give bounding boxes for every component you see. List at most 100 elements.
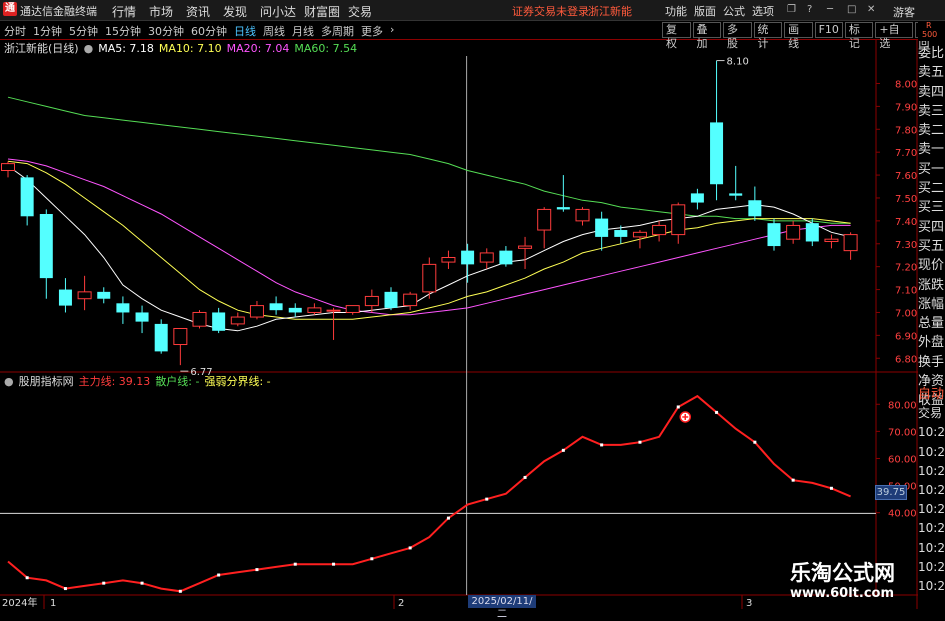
side-item[interactable]: 买四 — [918, 218, 945, 237]
date-month-3: 3 — [746, 598, 752, 609]
watermark-title: 乐淘公式网 — [790, 561, 895, 585]
side-item[interactable]: 涨跌 — [918, 276, 945, 295]
candle-body — [116, 303, 130, 313]
side-item[interactable]: 买五 — [918, 237, 945, 256]
axes: 8.00 7.90 7.80 7.70 7.60 7.50 7.40 7.30 7.20 7.10… — [2, 79, 917, 609]
candle — [690, 188, 704, 210]
side-time: 10:20 — [918, 482, 945, 497]
side-item[interactable]: 买一 — [918, 160, 945, 179]
main-line-point — [600, 443, 604, 447]
main-line-point — [255, 568, 259, 572]
candle-body — [729, 193, 743, 196]
main-line-point — [715, 410, 719, 414]
indicator-dot-icon[interactable]: ● — [4, 375, 14, 388]
side-time: 10:20 — [918, 463, 945, 478]
candle — [384, 287, 398, 311]
candle-body — [441, 257, 456, 263]
watermark-url: www.60lt.com — [790, 586, 895, 601]
kline-chart[interactable]: 8.106.77 8.007.907.807.707.607.507.407.3… — [0, 0, 945, 609]
main-line-point — [178, 589, 182, 593]
side-item[interactable]: 卖一 — [918, 140, 945, 159]
candle-body — [461, 250, 475, 265]
candle — [843, 232, 858, 260]
candle-body — [690, 193, 704, 203]
price-tick-label: 6.80 — [895, 354, 917, 365]
candle-body — [97, 291, 111, 299]
candle — [805, 218, 819, 247]
side-item[interactable]: 买二 — [918, 179, 945, 198]
main-line-point — [829, 486, 833, 490]
candle-body — [843, 234, 858, 252]
candle-body — [58, 289, 72, 306]
cursor-value-tag: 39.75 — [875, 485, 907, 500]
candle-body — [556, 207, 570, 210]
candle — [135, 305, 149, 334]
price-tick-label: 7.20 — [895, 263, 917, 274]
price-tick-label: 7.90 — [895, 102, 917, 113]
candle — [77, 275, 92, 311]
candle — [537, 207, 552, 249]
main-line-point — [446, 516, 450, 520]
candle-body — [364, 295, 379, 307]
side-item[interactable]: 买三 — [918, 198, 945, 217]
candle — [748, 186, 762, 221]
side-item[interactable]: 委比 — [918, 44, 945, 63]
main-line-point — [408, 546, 412, 550]
main-line-point — [332, 562, 336, 566]
date-month-2: 2 — [398, 598, 404, 609]
side-item[interactable]: 卖三 — [918, 102, 945, 121]
candle-body — [135, 312, 149, 322]
main-line-label: 主力线: 39.13 — [78, 375, 151, 388]
candle — [212, 307, 226, 334]
candle-body — [192, 311, 207, 327]
candle — [97, 287, 111, 304]
candle — [39, 209, 53, 299]
candle — [230, 312, 245, 327]
side-time: 10:20 — [918, 578, 945, 593]
candle-body — [614, 230, 628, 237]
candle-body — [786, 224, 801, 240]
candle-body — [173, 327, 188, 346]
ind-tick-label: 80.00 — [888, 400, 917, 411]
candle-body — [230, 316, 245, 325]
main-line-point — [63, 587, 67, 591]
main-line-point — [485, 497, 489, 501]
candle — [269, 296, 283, 315]
side-item[interactable]: 卖二 — [918, 121, 945, 140]
candle — [192, 310, 207, 329]
candle — [671, 202, 686, 244]
candle — [441, 250, 456, 269]
candle-body — [288, 307, 302, 313]
side-item[interactable]: 涨幅 — [918, 295, 945, 314]
main-line — [7, 394, 851, 593]
candle-body — [595, 218, 609, 237]
cursor-date-label: 2025/02/11/二 — [468, 595, 536, 620]
candle-body — [212, 312, 226, 331]
ma5-line — [7, 165, 851, 332]
side-item[interactable]: 外盘 — [918, 333, 945, 352]
candle-body — [824, 238, 839, 242]
side-time: 10:20 — [918, 502, 945, 517]
candle — [154, 319, 168, 354]
main-line-point — [638, 440, 642, 444]
side-item[interactable]: 卖四 — [918, 83, 945, 102]
side-item[interactable]: 现价 — [918, 256, 945, 275]
candle — [288, 303, 302, 318]
side-item[interactable]: 卖五 — [918, 63, 945, 82]
candle — [461, 243, 475, 283]
side-trade[interactable]: 交易 — [918, 404, 945, 423]
side-item[interactable]: 换手 — [918, 353, 945, 372]
main-line-point — [561, 448, 565, 452]
main-line-point — [25, 576, 29, 580]
candle — [249, 301, 264, 320]
side-panel-bottom: 自动 交易 10:20 10:20 10:20 10:20 10:20 10:2… — [918, 385, 945, 596]
candle-body — [518, 245, 533, 249]
candle — [652, 220, 667, 242]
side-auto[interactable]: 自动 — [918, 385, 945, 404]
side-item[interactable]: 总量 — [918, 314, 945, 333]
price-tick-label: 8.00 — [895, 79, 917, 90]
price-tick-label: 7.50 — [895, 194, 917, 205]
candle-body — [652, 224, 667, 236]
price-tick-label: 7.30 — [895, 240, 917, 251]
candle — [556, 175, 570, 212]
